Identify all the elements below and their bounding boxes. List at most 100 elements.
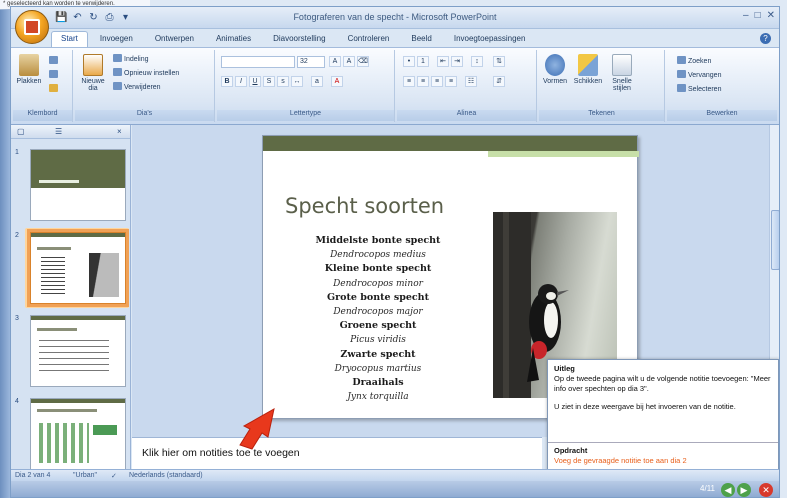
- ribbon: Plakken Klembord Nieuwe dia Indeling Opn…: [11, 47, 779, 125]
- tree-trunk: [493, 212, 531, 398]
- paste-button[interactable]: Plakken: [15, 54, 43, 85]
- pane-tabs: ▢ ☰ ×: [11, 125, 130, 139]
- quick-styles-icon: [612, 54, 632, 76]
- bold-button[interactable]: B: [221, 76, 233, 87]
- species-common-name: Middelste bonte specht: [315, 235, 441, 246]
- previous-icon[interactable]: ◀: [721, 483, 735, 497]
- editing-group: Zoeken Vervangen Selecteren Bewerken: [667, 50, 777, 122]
- close-icon[interactable]: ✕: [767, 10, 775, 21]
- arrange-label: Schikken: [573, 78, 603, 85]
- quick-styles-button[interactable]: Snelle stijlen: [605, 54, 639, 92]
- tab-start[interactable]: Start: [51, 31, 88, 47]
- exit-icon[interactable]: ✕: [759, 483, 773, 497]
- tab-beeld[interactable]: Beeld: [401, 31, 441, 47]
- background-window-edge: [0, 10, 10, 498]
- font-color-button[interactable]: A: [331, 76, 343, 87]
- thumb4-chart: [39, 423, 89, 463]
- thumbnail-slide-4[interactable]: [30, 398, 126, 470]
- species-latin-name: Dendrocopos major: [333, 307, 423, 318]
- columns-button[interactable]: ☷: [465, 76, 477, 87]
- delete-slide-button[interactable]: Verwijderen: [113, 82, 161, 93]
- increase-indent-button[interactable]: ⇥: [451, 56, 463, 67]
- callout-heading: Uitleg: [554, 364, 575, 373]
- font-size-field[interactable]: 32: [297, 56, 325, 68]
- select-label: Selecteren: [688, 86, 722, 93]
- thumbnail-slide-1[interactable]: [30, 149, 126, 221]
- align-center-button[interactable]: ≡: [417, 76, 429, 87]
- outline-tab-icon[interactable]: ☰: [55, 127, 62, 136]
- new-slide-icon: [83, 54, 103, 76]
- species-list[interactable]: Middelste bonte specht Dendrocopos mediu…: [303, 234, 453, 404]
- tab-ontwerpen[interactable]: Ontwerpen: [145, 31, 204, 47]
- strikethrough-button[interactable]: S: [263, 76, 275, 87]
- delete-label: Verwijderen: [124, 84, 161, 91]
- brush-icon: [49, 84, 58, 92]
- binoculars-icon: [677, 56, 686, 64]
- replace-button[interactable]: Vervangen: [677, 70, 721, 81]
- callout-text-2: U ziet in deze weergave bij het invoeren…: [554, 402, 736, 411]
- char-spacing-button[interactable]: ↔: [291, 76, 303, 87]
- underline-button[interactable]: U: [249, 76, 261, 87]
- align-right-button[interactable]: ≡: [431, 76, 443, 87]
- next-icon[interactable]: ▶: [737, 483, 751, 497]
- tutorial-navigation-bar: 4/11 ◀ ▶ ✕: [11, 481, 779, 497]
- format-painter-button[interactable]: [49, 84, 60, 95]
- copy-button[interactable]: [49, 70, 60, 81]
- task-heading: Opdracht: [554, 446, 588, 455]
- justify-button[interactable]: ≡: [445, 76, 457, 87]
- notes-pane[interactable]: Klik hier om notities toe te voegen: [132, 437, 542, 469]
- tab-invoegen[interactable]: Invoegen: [90, 31, 143, 47]
- scrollbar-thumb[interactable]: [771, 210, 779, 270]
- slides-tab-icon[interactable]: ▢: [17, 127, 25, 136]
- help-icon[interactable]: ?: [760, 33, 771, 44]
- font-name-field[interactable]: [221, 56, 295, 68]
- replace-icon: [677, 70, 686, 78]
- decrease-indent-button[interactable]: ⇤: [437, 56, 449, 67]
- find-button[interactable]: Zoeken: [677, 56, 711, 67]
- shrink-font-button[interactable]: A: [343, 56, 355, 67]
- arrange-button[interactable]: Schikken: [571, 54, 605, 85]
- thumbnail-slide-3[interactable]: [30, 315, 126, 387]
- layout-button[interactable]: Indeling: [113, 54, 149, 65]
- align-left-button[interactable]: ≡: [403, 76, 415, 87]
- slide-title[interactable]: Specht soorten: [285, 194, 444, 218]
- new-slide-button[interactable]: Nieuwe dia: [79, 54, 107, 92]
- change-case-button[interactable]: a: [311, 76, 323, 87]
- thumb2-title-line: [37, 247, 71, 250]
- species-common-name: Zwarte specht: [340, 348, 416, 360]
- align-text-button[interactable]: ⇵: [493, 76, 505, 87]
- minimize-icon[interactable]: –: [743, 10, 749, 21]
- tab-animaties[interactable]: Animaties: [206, 31, 261, 47]
- spellcheck-icon[interactable]: ✓: [111, 472, 117, 480]
- species-common-name: Draaihals: [352, 377, 404, 389]
- close-pane-icon[interactable]: ×: [117, 127, 122, 136]
- paragraph-group-label: Alinea: [397, 110, 536, 121]
- callout-text-1: Op de tweede pagina wilt u de volgende n…: [554, 374, 771, 393]
- italic-button[interactable]: I: [235, 76, 247, 87]
- thumb2-photo: [89, 253, 119, 297]
- clear-format-button[interactable]: ⌫: [357, 56, 369, 67]
- numbering-button[interactable]: 1: [417, 56, 429, 67]
- bullets-button[interactable]: •: [403, 56, 415, 67]
- tab-invoegtoepassingen[interactable]: Invoegtoepassingen: [444, 31, 536, 47]
- window-title: Fotograferen van de specht - Microsoft P…: [293, 12, 497, 22]
- status-language[interactable]: Nederlands (standaard): [129, 472, 203, 479]
- thumbnail-slide-2[interactable]: [27, 229, 129, 307]
- thumb4-arrow: [93, 425, 117, 435]
- shadow-button[interactable]: s: [277, 76, 289, 87]
- thumbnail-number: 3: [15, 315, 19, 322]
- text-direction-button[interactable]: ⇅: [493, 56, 505, 67]
- reset-button[interactable]: Opnieuw instellen: [113, 68, 179, 79]
- line-spacing-button[interactable]: ↕: [471, 56, 483, 67]
- office-button[interactable]: [15, 10, 49, 44]
- select-button[interactable]: Selecteren: [677, 84, 721, 95]
- tab-controleren[interactable]: Controleren: [338, 31, 400, 47]
- thumb2-band: [31, 233, 125, 237]
- shapes-button[interactable]: Vormen: [541, 54, 569, 85]
- grow-font-button[interactable]: A: [329, 56, 341, 67]
- ribbon-tabs: Start Invoegen Ontwerpen Animaties Diavo…: [51, 31, 535, 47]
- maximize-icon[interactable]: □: [755, 10, 761, 21]
- cut-button[interactable]: [49, 56, 60, 67]
- species-common-name: Groene specht: [339, 320, 417, 332]
- tab-diavoorstelling[interactable]: Diavoorstelling: [263, 31, 335, 47]
